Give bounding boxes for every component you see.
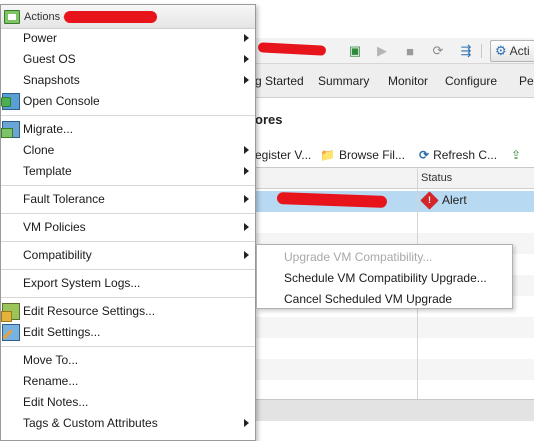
edit-settings-icon	[2, 324, 20, 341]
refresh-icon: ⟳	[419, 148, 430, 162]
compatibility-submenu: Upgrade VM Compatibility... Schedule VM …	[256, 244, 513, 309]
menu-separator	[1, 297, 255, 298]
actions-button[interactable]: ⚙ Acti	[490, 40, 534, 62]
actions-menu: Actions - Power Guest OS Snapshots Open …	[0, 4, 256, 441]
table-row[interactable]	[255, 338, 534, 359]
menu-item-edit-settings[interactable]: Edit Settings...	[1, 322, 255, 343]
menu-item-label: VM Policies	[23, 220, 86, 234]
menu-separator	[1, 115, 255, 116]
menu-item-label: Export System Logs...	[23, 276, 141, 290]
menu-item-edit-notes[interactable]: Edit Notes...	[1, 392, 255, 413]
menu-item-label: Edit Resource Settings...	[23, 304, 156, 318]
grid-header: Status	[255, 168, 534, 189]
submenu-item-cancel-scheduled-upgrade[interactable]: Cancel Scheduled VM Upgrade	[284, 292, 452, 306]
upload-icon[interactable]: ⇪	[511, 148, 521, 162]
menu-item-label: Open Console	[23, 94, 100, 108]
menu-item-label: Guest OS	[23, 52, 76, 66]
menu-item-power[interactable]: Power	[1, 28, 255, 49]
menu-item-label: Snapshots	[23, 73, 80, 87]
submenu-arrow-icon	[244, 55, 249, 63]
grid-footer	[255, 399, 534, 421]
menu-separator	[1, 213, 255, 214]
submenu-arrow-icon	[244, 419, 249, 427]
tab-configure[interactable]: Configure	[445, 74, 497, 88]
register-vm-command[interactable]: egister V...	[255, 148, 311, 162]
submenu-arrow-icon	[244, 251, 249, 259]
menu-item-label: Fault Tolerance	[23, 192, 105, 206]
tab-summary[interactable]: Summary	[318, 74, 369, 88]
migrate-vm-icon[interactable]: ⇶	[457, 42, 475, 60]
submenu-item-upgrade-vm-compatibility: Upgrade VM Compatibility...	[284, 250, 433, 264]
menu-item-migrate[interactable]: Migrate...	[1, 119, 255, 140]
vm-icon	[4, 9, 20, 24]
menu-item-rename[interactable]: Rename...	[1, 371, 255, 392]
menu-item-edit-resource-settings[interactable]: Edit Resource Settings...	[1, 301, 255, 322]
submenu-arrow-icon	[244, 76, 249, 84]
section-title: ores	[255, 112, 283, 127]
menu-item-tags-custom-attributes[interactable]: Tags & Custom Attributes	[1, 413, 255, 434]
datastore-command-bar: egister V... 📁 Browse Fil... ⟳ Refresh C…	[255, 142, 534, 167]
submenu-arrow-icon	[244, 223, 249, 231]
refresh-icon[interactable]: ⟳	[429, 42, 447, 60]
submenu-arrow-icon	[244, 167, 249, 175]
redacted-vm-name	[64, 11, 157, 23]
tab-monitor[interactable]: Monitor	[388, 74, 428, 88]
bottom-area	[255, 421, 534, 441]
tab-permissions[interactable]: Per	[519, 74, 534, 88]
table-row[interactable]	[255, 212, 534, 233]
toolbar-separator	[481, 44, 482, 58]
status-cell: ! Alert	[420, 190, 467, 210]
stop-icon[interactable]: ■	[401, 42, 419, 60]
submenu-arrow-icon	[244, 34, 249, 42]
menu-separator	[1, 241, 255, 242]
menu-item-guest-os[interactable]: Guest OS	[1, 49, 255, 70]
folder-icon: 📁	[320, 148, 335, 162]
status-column-header[interactable]: Status	[421, 172, 452, 184]
refresh-capacity-command[interactable]: ⟳ Refresh C...	[419, 148, 497, 162]
actions-button-label: Acti	[509, 44, 530, 58]
power-on-icon[interactable]: ▣	[346, 42, 364, 60]
menu-separator	[1, 346, 255, 347]
menu-item-fault-tolerance[interactable]: Fault Tolerance	[1, 189, 255, 210]
submenu-arrow-icon	[244, 195, 249, 203]
menu-item-export-system-logs[interactable]: Export System Logs...	[1, 273, 255, 294]
menu-item-compatibility[interactable]: Compatibility	[1, 245, 255, 266]
menu-item-label: Migrate...	[23, 122, 74, 136]
table-row[interactable]	[255, 380, 534, 401]
table-row[interactable]: ! Alert	[255, 190, 534, 212]
tab-getting-started[interactable]: g Started	[255, 74, 304, 88]
menu-separator	[1, 185, 255, 186]
menu-item-template[interactable]: Template	[1, 161, 255, 182]
menu-item-vm-policies[interactable]: VM Policies	[1, 217, 255, 238]
alert-icon: !	[420, 190, 439, 210]
menu-item-label: Edit Settings...	[23, 325, 101, 339]
submenu-item-schedule-compatibility-upgrade[interactable]: Schedule VM Compatibility Upgrade...	[284, 271, 487, 285]
table-row[interactable]	[255, 359, 534, 380]
browse-files-command[interactable]: 📁 Browse Fil...	[320, 148, 405, 162]
menu-item-label: Edit Notes...	[23, 395, 89, 409]
redacted-datastore-name	[276, 192, 388, 208]
menu-item-label: Tags & Custom Attributes	[23, 416, 158, 430]
menu-item-label: Template	[23, 164, 72, 178]
menu-item-label: Rename...	[23, 374, 79, 388]
menu-item-label: Compatibility	[23, 248, 92, 262]
submenu-arrow-icon	[244, 146, 249, 154]
menu-separator	[1, 269, 255, 270]
menu-item-open-console[interactable]: Open Console	[1, 91, 255, 112]
menu-item-label: Clone	[23, 143, 55, 157]
menu-title: Actions -	[24, 10, 67, 23]
menu-item-move-to[interactable]: Move To...	[1, 350, 255, 371]
menu-item-label: Power	[23, 31, 58, 45]
console-icon	[1, 93, 20, 110]
table-row[interactable]	[255, 317, 534, 338]
resource-settings-icon	[1, 303, 20, 322]
menu-item-clone[interactable]: Clone	[1, 140, 255, 161]
menu-item-snapshots[interactable]: Snapshots	[1, 70, 255, 91]
status-value: Alert	[442, 193, 467, 207]
migrate-icon	[1, 121, 20, 138]
play-icon[interactable]: ▶	[373, 42, 391, 60]
gear-icon: ⚙	[495, 43, 507, 58]
menu-item-label: Move To...	[23, 353, 79, 367]
object-tabs: g Started Summary Monitor Configure Per	[255, 64, 534, 98]
